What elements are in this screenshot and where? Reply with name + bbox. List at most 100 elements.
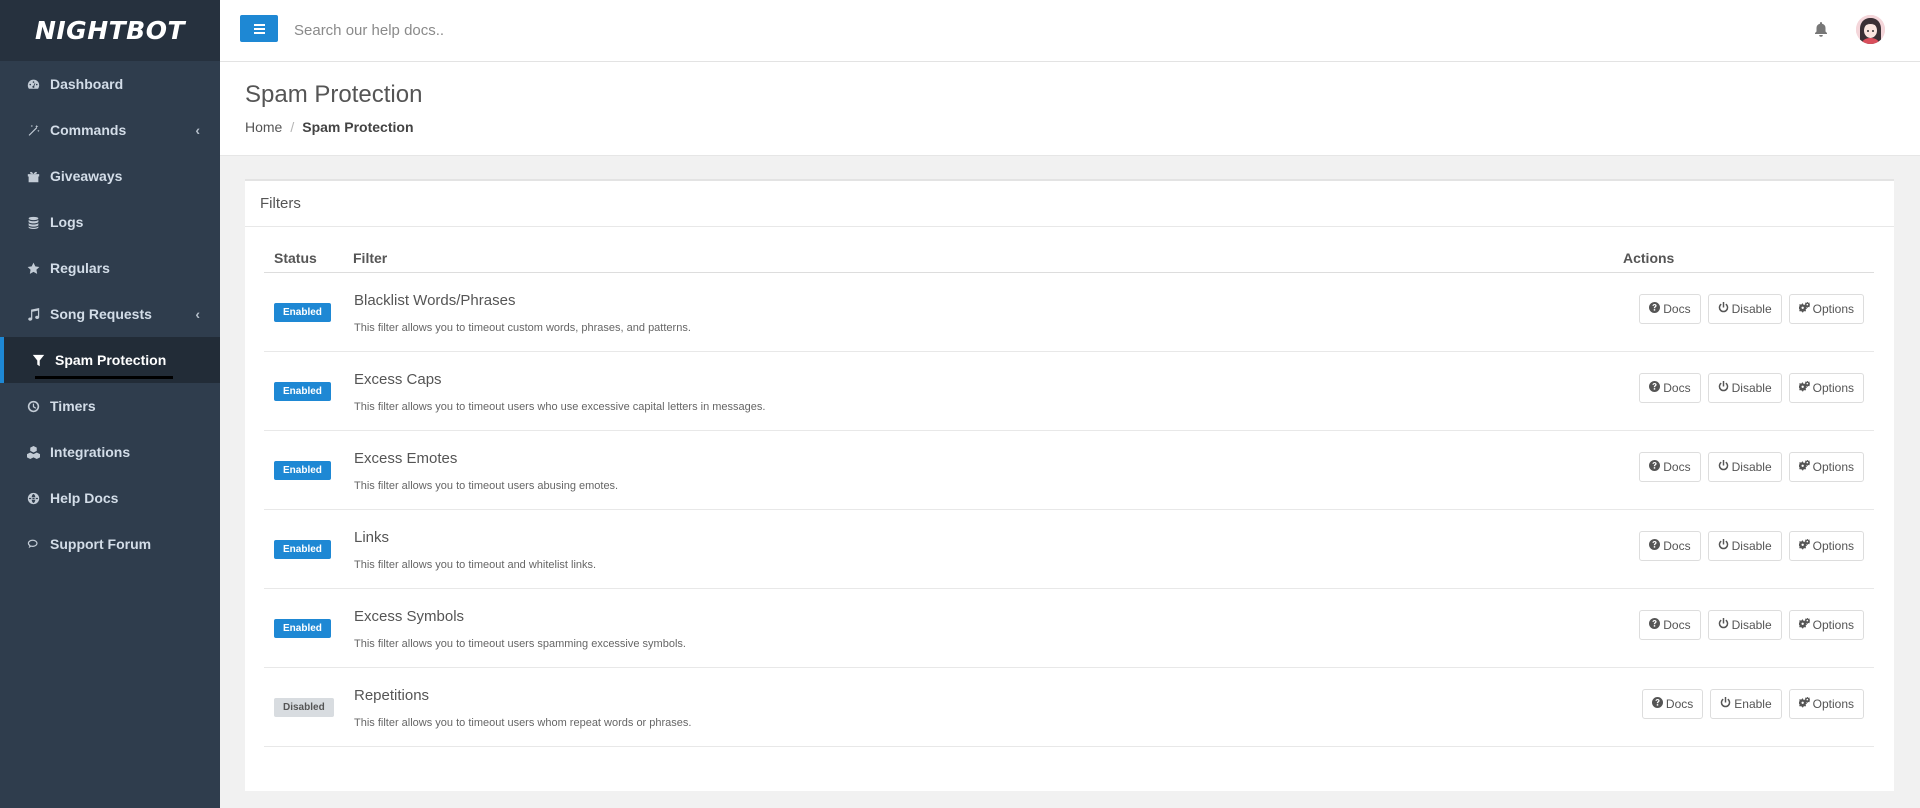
sidebar-item-integrations[interactable]: Integrations bbox=[0, 429, 220, 475]
toggle-button-label: Disable bbox=[1731, 618, 1772, 632]
breadcrumb-home-link[interactable]: Home bbox=[245, 119, 282, 135]
sidebar-item-dashboard[interactable]: Dashboard bbox=[0, 61, 220, 107]
filters-table: Status Filter Actions Enabled Blacklist W… bbox=[264, 247, 1874, 747]
sidebar-item-label: Help Docs bbox=[50, 490, 119, 506]
row-actions: Docs Disable Options bbox=[1639, 373, 1864, 403]
sidebar-item-commands[interactable]: Commands ‹ bbox=[0, 107, 220, 153]
sidebar-item-label: Regulars bbox=[50, 260, 110, 276]
options-button-label: Options bbox=[1812, 460, 1854, 474]
user-avatar[interactable] bbox=[1856, 15, 1885, 44]
nightbot-logo[interactable]: NIGHTBOT bbox=[0, 0, 220, 61]
docs-button[interactable]: Docs bbox=[1639, 610, 1701, 640]
dashboard-icon bbox=[25, 76, 41, 92]
options-button[interactable]: Options bbox=[1788, 373, 1864, 403]
options-button[interactable]: Options bbox=[1788, 610, 1864, 640]
row-actions: Docs Enable Options bbox=[1641, 689, 1864, 719]
table-row: Enabled Excess Caps This filter allows you… bbox=[264, 352, 1874, 431]
filter-description: This filter allows you to timeout users … bbox=[354, 638, 686, 650]
power-icon bbox=[1718, 302, 1732, 316]
table-header: Status Filter Actions bbox=[264, 247, 1874, 273]
cogs-icon bbox=[1797, 539, 1813, 553]
docs-button-label: Docs bbox=[1663, 381, 1691, 395]
options-button-label: Options bbox=[1812, 697, 1854, 711]
filter-name: Excess Symbols bbox=[354, 608, 465, 625]
cogs-icon bbox=[1797, 381, 1813, 395]
options-button[interactable]: Options bbox=[1788, 294, 1864, 324]
sidebar-item-label: Giveaways bbox=[50, 168, 123, 184]
docs-button[interactable]: Docs bbox=[1639, 294, 1701, 324]
database-icon bbox=[25, 214, 41, 230]
table-row: Enabled Links This filter allows you to ti… bbox=[264, 510, 1874, 589]
disable-button[interactable]: Disable bbox=[1707, 373, 1782, 403]
status-badge: Enabled bbox=[274, 461, 331, 480]
enable-button[interactable]: Enable bbox=[1710, 689, 1782, 719]
docs-button[interactable]: Docs bbox=[1641, 689, 1704, 719]
filter-description: This filter allows you to timeout and wh… bbox=[354, 559, 597, 571]
filter-name: Excess Emotes bbox=[354, 450, 458, 467]
table-row: Enabled Excess Emotes This filter allows y… bbox=[264, 431, 1874, 510]
sidebar-item-support-forum[interactable]: Support Forum bbox=[0, 521, 220, 567]
column-header-filter: Filter bbox=[353, 250, 388, 266]
chevron-left-icon: ‹ bbox=[195, 122, 200, 138]
logo-text: NIGHTBOT bbox=[34, 16, 186, 45]
sidebar-item-help-docs[interactable]: Help Docs bbox=[0, 475, 220, 521]
hamburger-icon bbox=[253, 23, 265, 34]
sidebar-item-spam-protection[interactable]: Spam Protection bbox=[0, 337, 220, 383]
filter-name: Blacklist Words/Phrases bbox=[354, 292, 516, 309]
filters-panel: Filters Status Filter Actions Enabled Bla… bbox=[245, 179, 1894, 791]
column-header-actions: Actions bbox=[1623, 250, 1675, 266]
disable-button[interactable]: Disable bbox=[1707, 531, 1782, 561]
cogs-icon bbox=[1797, 302, 1813, 316]
status-badge: Enabled bbox=[274, 540, 331, 559]
toggle-button-label: Enable bbox=[1734, 697, 1772, 711]
sidebar-item-label: Commands bbox=[50, 122, 127, 138]
gift-icon bbox=[25, 168, 41, 184]
question-circle-icon bbox=[1649, 302, 1663, 316]
sidebar-item-song-requests[interactable]: Song Requests ‹ bbox=[0, 291, 220, 337]
filter-description: This filter allows you to timeout custom… bbox=[354, 322, 691, 334]
power-icon bbox=[1718, 460, 1732, 474]
globe-icon bbox=[25, 490, 41, 506]
panel-title: Filters bbox=[245, 181, 1894, 227]
disable-button[interactable]: Disable bbox=[1707, 610, 1782, 640]
sidebar-item-label: Support Forum bbox=[50, 536, 152, 552]
status-badge: Enabled bbox=[274, 303, 331, 322]
disable-button[interactable]: Disable bbox=[1707, 452, 1782, 482]
options-button-label: Options bbox=[1812, 539, 1854, 553]
cubes-icon bbox=[25, 444, 41, 460]
docs-button-label: Docs bbox=[1663, 460, 1691, 474]
sidebar-item-regulars[interactable]: Regulars bbox=[0, 245, 220, 291]
page-title: Spam Protection bbox=[245, 81, 423, 108]
docs-button[interactable]: Docs bbox=[1639, 531, 1701, 561]
docs-button[interactable]: Docs bbox=[1639, 373, 1701, 403]
status-badge: Disabled bbox=[274, 698, 334, 717]
question-circle-icon bbox=[1649, 539, 1663, 553]
help-search-input[interactable] bbox=[294, 19, 794, 41]
docs-button[interactable]: Docs bbox=[1639, 452, 1701, 482]
row-actions: Docs Disable Options bbox=[1639, 452, 1864, 482]
status-badge: Enabled bbox=[274, 619, 331, 638]
breadcrumb-current: Spam Protection bbox=[302, 119, 414, 135]
options-button-label: Options bbox=[1812, 302, 1854, 316]
options-button[interactable]: Options bbox=[1788, 689, 1864, 719]
page-header: Spam Protection Home / Spam Protection bbox=[220, 62, 1920, 156]
sidebar-item-giveaways[interactable]: Giveaways bbox=[0, 153, 220, 199]
notification-bell-icon[interactable] bbox=[1814, 22, 1830, 38]
sidebar-item-timers[interactable]: Timers bbox=[0, 383, 220, 429]
row-actions: Docs Disable Options bbox=[1639, 610, 1864, 640]
chevron-left-icon: ‹ bbox=[195, 306, 200, 322]
filter-name: Links bbox=[354, 529, 390, 546]
clock-icon bbox=[25, 398, 41, 414]
filter-icon bbox=[30, 352, 46, 368]
docs-button-label: Docs bbox=[1663, 618, 1691, 632]
sidebar-item-logs[interactable]: Logs bbox=[0, 199, 220, 245]
sidebar-toggle-button[interactable] bbox=[240, 15, 278, 42]
toggle-button-label: Disable bbox=[1731, 381, 1772, 395]
options-button[interactable]: Options bbox=[1788, 531, 1864, 561]
breadcrumb: Home / Spam Protection bbox=[245, 119, 414, 135]
question-circle-icon bbox=[1649, 460, 1663, 474]
disable-button[interactable]: Disable bbox=[1707, 294, 1782, 324]
options-button[interactable]: Options bbox=[1788, 452, 1864, 482]
row-actions: Docs Disable Options bbox=[1639, 294, 1864, 324]
cogs-icon bbox=[1797, 460, 1813, 474]
